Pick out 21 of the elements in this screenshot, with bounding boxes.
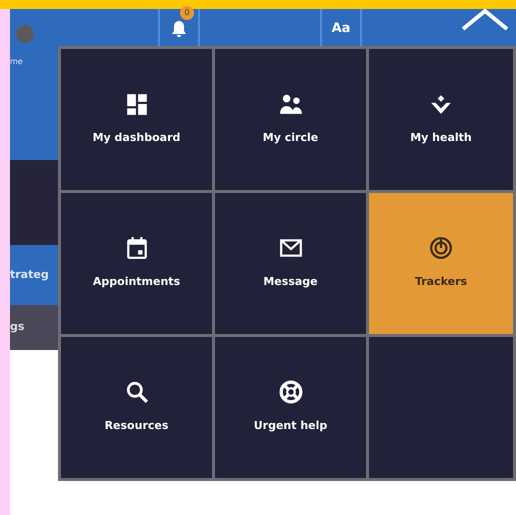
menu-tile[interactable]: My dashboard: [61, 49, 212, 190]
bell-icon: [171, 20, 187, 38]
menu-tile[interactable]: Appointments: [61, 193, 212, 334]
menu-tile[interactable]: Urgent help: [215, 337, 366, 478]
menu-tile[interactable]: Trackers: [369, 193, 513, 334]
lifebuoy-icon: [278, 380, 302, 404]
people-icon: [278, 92, 302, 116]
menu-tile[interactable]: My health: [369, 49, 513, 190]
target-icon: [429, 236, 453, 260]
search-icon: [124, 380, 148, 404]
text-size-button[interactable]: Aa: [320, 9, 362, 48]
sidebar-item[interactable]: gs: [10, 305, 60, 350]
sidebar-item[interactable]: trateg: [10, 245, 60, 305]
calendar-icon: [124, 236, 148, 260]
nav-label: me: [10, 56, 24, 67]
collapse-icon[interactable]: [460, 9, 510, 31]
avatar-icon: [16, 25, 34, 43]
menu-tile[interactable]: Resources: [61, 337, 212, 478]
dashboard-icon: [124, 92, 148, 116]
menu-tile[interactable]: My circle: [215, 49, 366, 190]
menu-tile[interactable]: Message: [215, 193, 366, 334]
